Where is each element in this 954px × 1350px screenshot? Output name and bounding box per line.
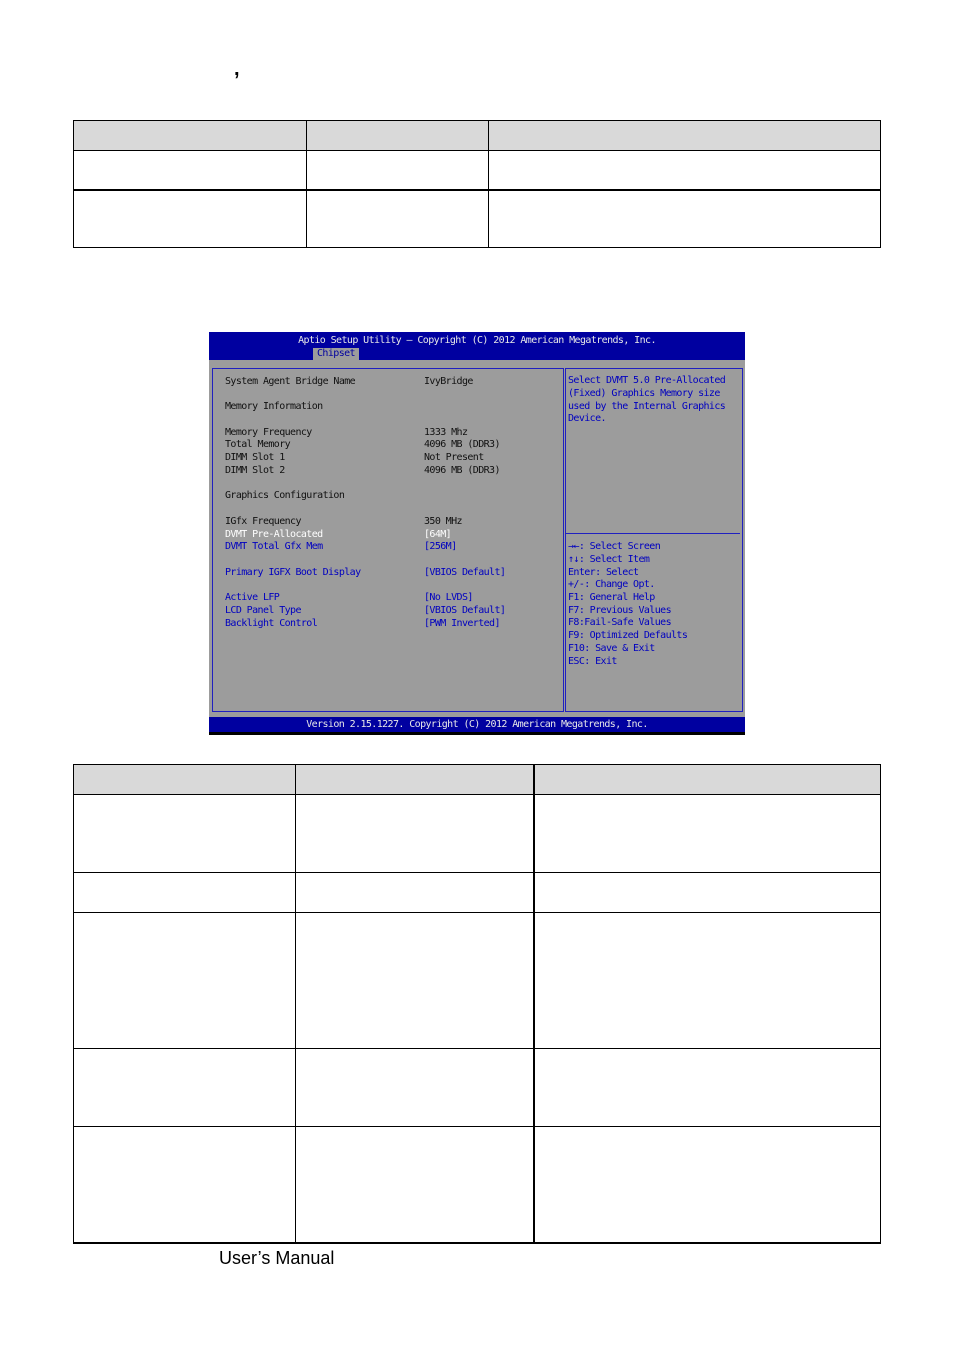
- table-cell: [533, 1048, 881, 1127]
- top-punctuation: ,: [234, 58, 240, 80]
- table-cell: [295, 1126, 535, 1244]
- tab-chipset[interactable]: Chipset: [313, 348, 359, 360]
- table-cell: [533, 872, 881, 913]
- bios-title: Aptio Setup Utility – Copyright (C) 2012…: [298, 335, 656, 346]
- table-cell: [295, 1048, 535, 1127]
- table-header-cell: [533, 764, 881, 795]
- key-hint: ↑↓: Select Item: [568, 554, 650, 565]
- option-value[interactable]: [256M]: [424, 540, 457, 553]
- option-label: LCD Panel Type: [225, 605, 301, 616]
- bios-version: Version 2.15.1227. Copyright (C) 2012 Am…: [306, 719, 648, 730]
- table-header-cell: [488, 120, 881, 151]
- option-value[interactable]: [VBIOS Default]: [424, 604, 506, 617]
- key-hint: Enter: Select: [568, 567, 639, 578]
- table-cell: [306, 150, 489, 191]
- setting-value: 4096 MB (DDR3): [424, 465, 500, 476]
- bios-screenshot: Aptio Setup Utility – Copyright (C) 2012…: [209, 332, 745, 735]
- bottom-table: [73, 764, 881, 1244]
- table-row: [73, 1048, 881, 1127]
- setting-label: IGfx Frequency: [225, 516, 301, 527]
- option-value[interactable]: [VBIOS Default]: [424, 566, 506, 579]
- page-footer: User’s Manual: [219, 1248, 335, 1268]
- option-label: Active LFP: [225, 592, 280, 603]
- key-hint: F7: Previous Values: [568, 605, 672, 616]
- heading-label: Memory Information: [225, 401, 323, 412]
- table-cell: [295, 912, 535, 1049]
- table-row: [73, 189, 881, 248]
- settings-pane: System Agent Bridge Name IvyBridge Memory…: [212, 368, 564, 712]
- table-cell: [73, 189, 307, 248]
- table-cell: [73, 872, 296, 913]
- help-text: Select DVMT 5.0 Pre-Allocated (Fixed) Gr…: [568, 375, 726, 425]
- table-header-cell: [73, 764, 296, 795]
- table-cell: [73, 1126, 296, 1244]
- setting-label: Total Memory: [225, 439, 291, 450]
- table-header-cell: [306, 120, 489, 151]
- bios-footer-bar: Version 2.15.1227. Copyright (C) 2012 Am…: [209, 717, 745, 732]
- table-header-cell: [295, 764, 535, 795]
- option-label: DVMT Total Gfx Mem: [225, 541, 323, 552]
- table-cell: [306, 189, 489, 248]
- option-label: Primary IGFX Boot Display: [225, 567, 361, 578]
- setting-value: IvyBridge: [424, 376, 473, 387]
- setting-label: DIMM Slot 1: [225, 452, 285, 463]
- setting-label: DIMM Slot 2: [225, 465, 285, 476]
- table-row: [73, 794, 881, 873]
- table-cell: [488, 150, 881, 191]
- table-row: [73, 872, 881, 913]
- table-cell: [488, 189, 881, 248]
- option-label: Backlight Control: [225, 618, 318, 629]
- key-hint: ESC: Exit: [568, 656, 617, 667]
- setting-label: System Agent Bridge Name: [225, 376, 356, 387]
- help-pane: Select DVMT 5.0 Pre-Allocated (Fixed) Gr…: [565, 368, 743, 712]
- key-hint: F8:Fail-Safe Values: [568, 617, 672, 628]
- help-divider: [566, 533, 740, 534]
- table-header-row: [73, 120, 881, 151]
- table-cell: [295, 794, 535, 873]
- table-cell: [533, 794, 881, 873]
- table-cell: [533, 1126, 881, 1244]
- key-hint: F1: General Help: [568, 592, 655, 603]
- table-header-row: [73, 764, 881, 795]
- key-hint: +/-: Change Opt.: [568, 579, 655, 590]
- table-row: [73, 150, 881, 191]
- table-header-cell: [73, 120, 307, 151]
- key-hint: →←: Select Screen: [568, 541, 661, 552]
- key-hint: F9: Optimized Defaults: [568, 630, 688, 641]
- table-cell: [73, 794, 296, 873]
- option-value[interactable]: [PWM Inverted]: [424, 617, 500, 630]
- table-cell: [295, 872, 535, 913]
- option-value[interactable]: [No LVDS]: [424, 591, 473, 604]
- table-row: [73, 912, 881, 1049]
- setting-value: 350 MHz: [424, 516, 463, 527]
- table-cell: [73, 912, 296, 1049]
- bios-bottom-edge: [209, 732, 745, 735]
- top-table: [73, 120, 881, 248]
- bios-header-bar: Aptio Setup Utility – Copyright (C) 2012…: [209, 332, 745, 360]
- key-hint: F10: Save & Exit: [568, 643, 655, 654]
- setting-value: 4096 MB (DDR3): [424, 439, 500, 450]
- table-cell: [533, 912, 881, 1049]
- table-cell: [73, 1048, 296, 1127]
- table-row: [73, 1126, 881, 1244]
- table-cell: [73, 150, 307, 191]
- heading-label: Graphics Configuration: [225, 490, 345, 501]
- setting-value: Not Present: [424, 452, 484, 463]
